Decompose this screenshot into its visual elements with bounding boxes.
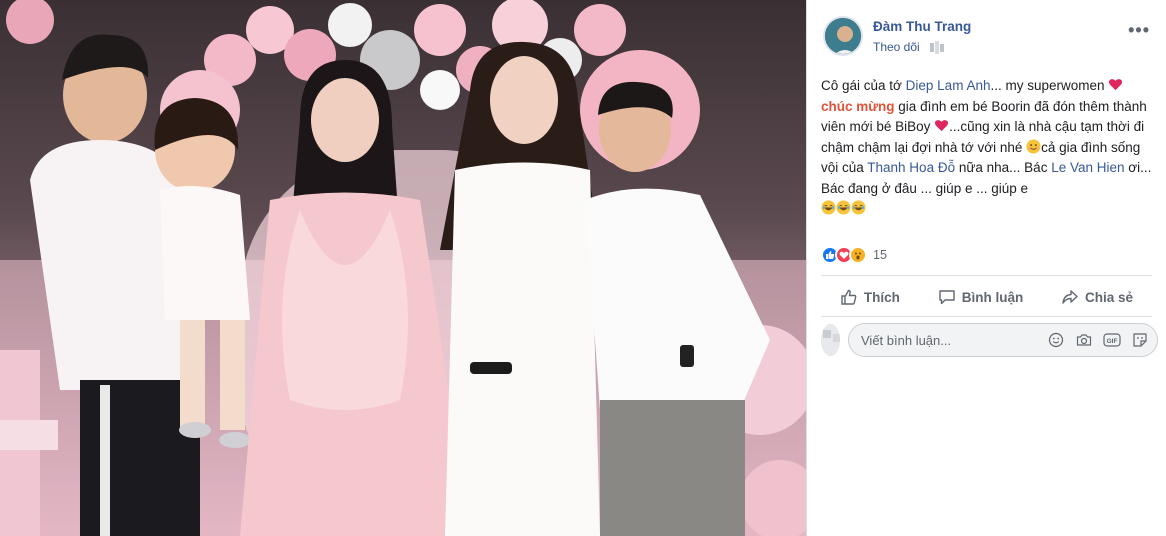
viewer-avatar [821, 324, 840, 356]
highlight-chuc-mung: chúc mừng [821, 98, 895, 114]
post-actions: Thích Bình luận Chia sẻ [821, 282, 1152, 312]
more-options-icon[interactable]: ••• [1128, 20, 1150, 41]
comment-box[interactable]: GIF [848, 323, 1158, 357]
smile-emoji-icon [1026, 138, 1041, 154]
reactions-summary[interactable]: 15 [821, 246, 887, 264]
photo-illustration [0, 0, 806, 536]
laugh-emoji-icon [836, 200, 851, 215]
heart-emoji-icon [1109, 79, 1123, 91]
author-name[interactable]: Đàm Thu Trang [873, 19, 971, 34]
post-photo[interactable] [0, 0, 806, 536]
comment-composer: GIF [821, 322, 1158, 358]
like-label: Thích [863, 289, 900, 305]
post-text-segment: nữa nha... Bác [955, 160, 1052, 175]
privacy-icon[interactable] [929, 40, 944, 54]
laugh-emoji-icon [821, 200, 836, 215]
comment-label: Bình luận [961, 289, 1024, 305]
heart-emoji-icon [935, 120, 949, 132]
divider [821, 316, 1152, 317]
divider [821, 275, 1152, 276]
svg-text:GIF: GIF [1107, 338, 1118, 345]
follow-link[interactable]: Theo dõi [873, 40, 920, 54]
like-button[interactable]: Thích [840, 282, 900, 312]
wow-reaction-icon [849, 246, 867, 264]
comment-input[interactable] [861, 332, 1037, 348]
post-text-segment: ... my superwomen [990, 78, 1109, 93]
avatar-image [825, 18, 861, 54]
tag-diep-lam-anh[interactable]: Diep Lam Anh [906, 78, 991, 93]
post-panel: Đàm Thu Trang Theo dõi ••• Cô gái của tớ… [806, 0, 1166, 536]
comment-button[interactable]: Bình luận [938, 282, 1024, 312]
post-text-segment: Cô gái của tớ [821, 78, 906, 93]
post-text: Cô gái của tớ Diep Lam Anh... my superwo… [821, 76, 1157, 220]
follow-line: Theo dõi [873, 40, 944, 54]
author-avatar[interactable] [823, 16, 863, 56]
share-button[interactable]: Chia sẻ [1061, 282, 1133, 312]
share-icon [1062, 290, 1078, 304]
laugh-emoji-icon [851, 200, 866, 215]
person-woman-white [440, 41, 600, 536]
gif-icon[interactable]: GIF [1103, 331, 1121, 349]
reaction-count[interactable]: 15 [873, 248, 887, 262]
sticker-icon[interactable] [1131, 331, 1149, 349]
thumbs-up-icon [841, 289, 857, 305]
emoji-picker-icon[interactable] [1047, 331, 1065, 349]
tag-thanh-hoa-do[interactable]: Thanh Hoa Đỗ [867, 160, 955, 175]
tag-le-van-hien[interactable]: Le Van Hien [1051, 160, 1124, 175]
camera-icon[interactable] [1075, 331, 1093, 349]
comment-icon [939, 290, 955, 305]
share-label: Chia sẻ [1085, 289, 1134, 305]
